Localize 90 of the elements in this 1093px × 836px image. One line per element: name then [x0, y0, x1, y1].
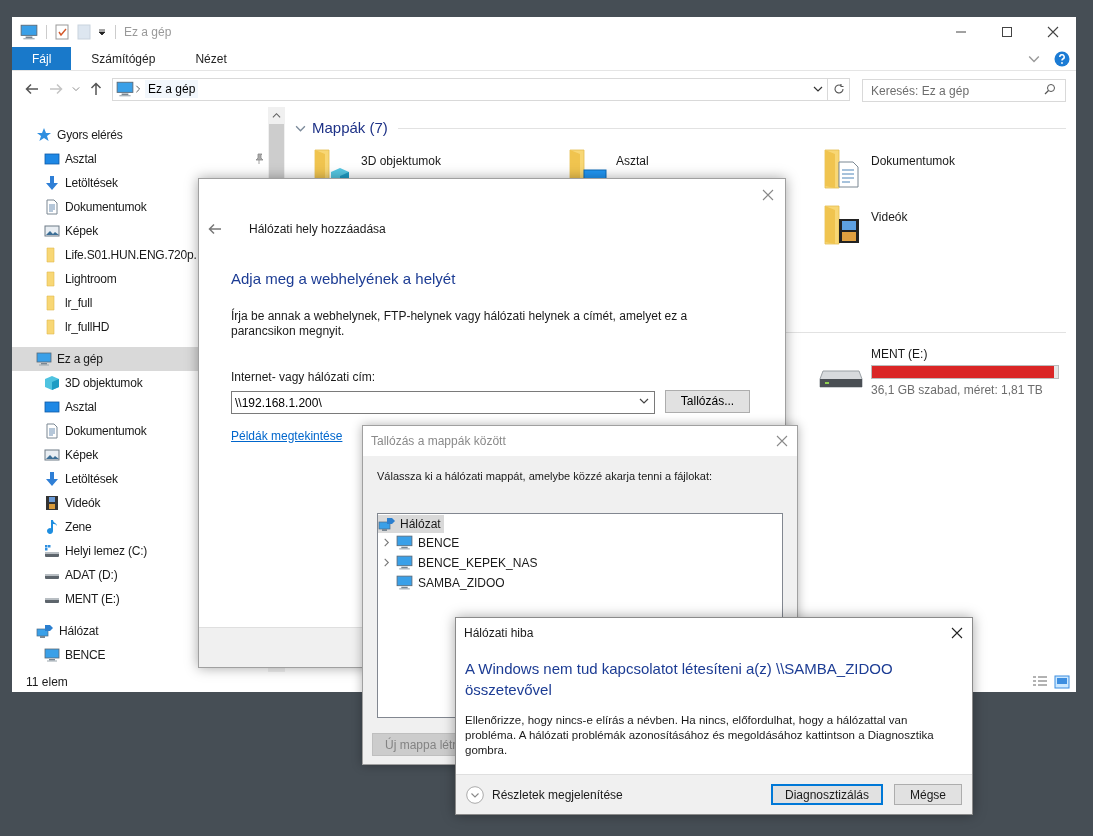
refresh-icon — [832, 83, 845, 95]
tree-item[interactable]: BENCE — [396, 533, 463, 552]
ribbon-tab[interactable]: Számítógép — [71, 47, 176, 70]
drive-icon — [44, 598, 60, 604]
search-field[interactable]: Keresés: Ez a gép — [862, 79, 1066, 102]
close-button[interactable] — [951, 627, 963, 639]
close-icon — [762, 189, 774, 201]
network-icon — [36, 623, 54, 639]
address-label: Internet- vagy hálózati cím: — [231, 368, 377, 386]
monitor-icon — [396, 574, 413, 591]
drive-space-info: 36,1 GB szabad, méret: 1,81 TB — [871, 381, 1044, 399]
download-arrow-icon — [44, 175, 60, 191]
browse-button[interactable]: Tallózás... — [665, 389, 750, 413]
tree-item[interactable]: SAMBA_ZIDOO — [396, 573, 508, 592]
section-header[interactable]: Mappák (7) — [312, 117, 388, 140]
up-arrow-icon — [88, 81, 104, 97]
search-icon — [1044, 82, 1056, 95]
examples-link[interactable]: Példák megtekintése — [231, 426, 343, 445]
sidebar-item[interactable]: Zene — [12, 515, 268, 539]
wizard-heading: Adja meg a webhelyének a helyét — [231, 269, 457, 289]
large-icons-view-icon[interactable] — [1054, 675, 1070, 689]
show-details-button[interactable]: Részletek megjelenítése — [466, 785, 623, 804]
document-icon — [44, 199, 60, 215]
tree-item[interactable]: Hálózat — [378, 514, 444, 533]
maximize-icon — [1002, 27, 1012, 37]
folder-name[interactable]: Dokumentumok — [871, 151, 956, 170]
ribbon-tab[interactable]: Fájl — [12, 47, 72, 70]
tree-item[interactable]: BENCE_KEPEK_NAS — [396, 553, 541, 572]
desktop-icon — [44, 151, 60, 167]
properties-icon[interactable] — [55, 24, 69, 40]
folder-name[interactable]: Asztal — [616, 151, 649, 170]
document-icon — [44, 423, 60, 439]
help-icon[interactable] — [1054, 50, 1070, 67]
sidebar-item[interactable]: Gyors elérés — [12, 123, 268, 147]
window-title: Ez a gép — [124, 24, 172, 41]
forward-arrow-icon — [48, 81, 64, 97]
music-note-icon — [44, 519, 60, 535]
sidebar-item[interactable]: Képek — [12, 443, 268, 467]
cube-icon — [44, 375, 60, 391]
monitor-icon — [396, 534, 413, 551]
breadcrumb-separator-icon — [134, 85, 142, 93]
pc-icon — [116, 80, 134, 98]
instruction-text: Válassza ki a hálózati mappát, amelybe közzé akarja tenni a fájlokat: — [377, 469, 714, 484]
sidebar-item[interactable]: Letöltések — [12, 467, 268, 491]
picture-icon — [44, 447, 60, 463]
close-icon — [1047, 26, 1059, 38]
pin-icon — [253, 153, 265, 165]
close-icon — [776, 435, 788, 447]
caret-icon[interactable] — [97, 27, 107, 37]
desktop-icon — [44, 399, 60, 415]
back-button[interactable] — [207, 221, 223, 237]
sidebar-item[interactable]: Letöltések — [12, 171, 268, 195]
drive-icon — [44, 543, 60, 559]
error-heading: A Windows nem tud kapcsolatot létesíteni a(z) \\SAMBA_ZIDOO összetevővel — [464, 659, 894, 700]
dialog-title: Hálózati hiba — [464, 625, 534, 642]
pc-icon — [20, 23, 38, 41]
back-arrow-icon — [24, 81, 40, 97]
monitor-icon — [396, 554, 413, 571]
close-icon — [951, 627, 963, 639]
dialog-button[interactable]: Diagnosztizálás — [771, 784, 883, 805]
sidebar-item[interactable]: Hálózat — [12, 619, 268, 643]
scroll-up-icon — [272, 111, 281, 120]
sidebar-item[interactable]: Asztal — [12, 147, 268, 171]
wizard-description: Írja be annak a webhelynek, FTP-helynek vagy hálózati helynek a címét, amelyet ez a parancsikon megnyit. — [231, 308, 689, 339]
expand-circle-icon — [466, 785, 484, 804]
breadcrumb-item[interactable]: Ez a gép — [145, 80, 199, 98]
address-dropdown-icon — [813, 84, 823, 94]
sidebar-item[interactable]: Dokumentumok — [12, 195, 268, 219]
film-icon — [44, 495, 60, 511]
details-view-icon[interactable] — [1032, 675, 1048, 689]
address-bar[interactable]: Ez a gép — [112, 77, 850, 101]
wizard-title: Hálózati hely hozzáadása — [249, 221, 386, 238]
dialog-button[interactable]: Mégse — [894, 784, 962, 805]
status-text: 11 elem — [26, 674, 68, 691]
dialog-title: Tallózás a mappák között — [371, 433, 506, 450]
sidebar-item[interactable]: Life.S01.HUN.ENG.720p. — [12, 243, 268, 267]
folder-name[interactable]: Videók — [871, 207, 908, 226]
drive-icon — [44, 574, 60, 580]
back-arrow-icon — [207, 221, 223, 237]
monitor-icon — [36, 351, 52, 367]
drive-name[interactable]: MENT (E:) — [871, 344, 1059, 363]
recent-locations-icon — [72, 85, 80, 93]
download-arrow-icon — [44, 471, 60, 487]
star-icon — [36, 127, 52, 143]
sidebar-item[interactable]: BENCE — [12, 643, 268, 667]
address-combobox[interactable]: \\192.168.1.200\ — [231, 391, 655, 414]
folder-name[interactable]: 3D objektumok — [361, 151, 442, 170]
monitor-icon — [44, 647, 60, 663]
ribbon-tab[interactable]: Nézet — [175, 47, 247, 70]
picture-icon — [44, 223, 60, 239]
